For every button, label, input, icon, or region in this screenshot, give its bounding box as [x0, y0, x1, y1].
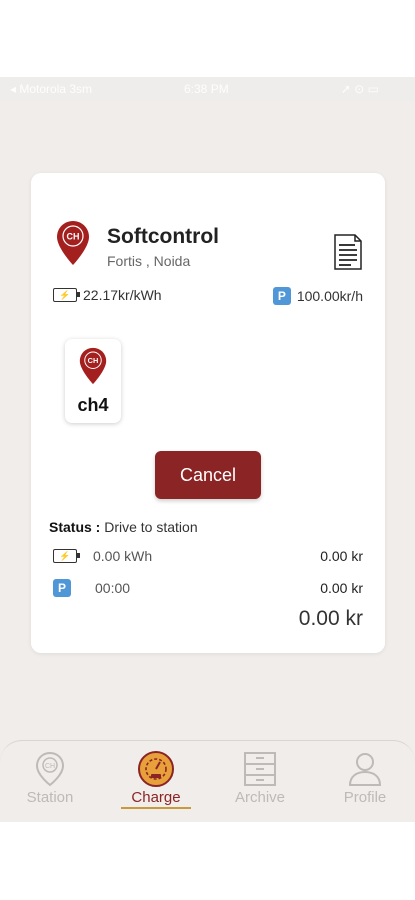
- energy-rate: ⚡ 22.17kr/kWh: [53, 287, 162, 303]
- parking-icon: P: [272, 287, 291, 305]
- energy-amount: 0.00 kr: [320, 548, 363, 564]
- status-bar: ◂ Motorola 3sm 6:38 PM ➚ ⊙ ▭: [0, 77, 415, 101]
- parking-amount: 0.00 kr: [320, 580, 363, 596]
- energy-rate-text: 22.17kr/kWh: [83, 287, 162, 303]
- profile-person-icon: [348, 753, 382, 786]
- station-pin-badge: CH: [67, 232, 80, 242]
- tab-archive[interactable]: Archive: [220, 751, 300, 806]
- document-icon[interactable]: [333, 233, 363, 271]
- carrier-text: ◂ Motorola 3sm: [10, 82, 93, 96]
- connector-label: ch4: [77, 395, 109, 415]
- tab-charge-label: Charge: [131, 789, 181, 806]
- archive-cabinet-icon: [244, 752, 276, 786]
- station-pin-icon: CH: [35, 751, 65, 787]
- energy-row: ⚡ 0.00 kWh 0.00 kr: [53, 547, 363, 565]
- svg-text:CH: CH: [45, 763, 55, 770]
- status-icons: ➚ ⊙ ▭: [340, 82, 379, 96]
- tab-charge[interactable]: Charge: [116, 751, 196, 809]
- charge-gauge-icon: [138, 751, 174, 787]
- parking-time: 00:00: [95, 580, 131, 596]
- bottom-tab-bar: CH Station Charge Archive Profile: [0, 740, 415, 822]
- connector-pin-icon: CH: [79, 347, 107, 385]
- tab-profile[interactable]: Profile: [325, 751, 405, 806]
- parking-icon: P: [53, 579, 71, 597]
- battery-icon: ⚡: [53, 288, 80, 302]
- tab-station[interactable]: CH Station: [10, 751, 90, 806]
- connector-card[interactable]: CH ch4: [65, 339, 121, 423]
- status-line: Status : Drive to station: [49, 519, 198, 535]
- charge-screen: CH Softcontrol Fortis , Noida ⚡ 22.17kr/…: [0, 101, 415, 821]
- energy-value: 0.00 kWh: [93, 548, 153, 564]
- connector-pin-badge: CH: [88, 356, 99, 365]
- parking-rate-text: 100.00kr/h: [296, 288, 363, 304]
- tab-profile-label: Profile: [343, 789, 387, 806]
- tab-station-label: Station: [26, 789, 74, 806]
- parking-row: P 00:00 0.00 kr: [53, 579, 363, 597]
- status-label: Status :: [49, 519, 101, 535]
- status-value: Drive to station: [100, 519, 198, 535]
- station-location: Fortis , Noida: [107, 253, 191, 269]
- clock-text: 6:38 PM: [184, 82, 229, 96]
- parking-rate: P 100.00kr/h: [272, 287, 363, 305]
- station-name: Softcontrol: [107, 225, 219, 248]
- station-pin-icon: CH: [57, 221, 89, 265]
- bottom-blank-area: [0, 822, 415, 900]
- total-amount: 0.00 kr: [298, 607, 363, 630]
- cancel-button[interactable]: Cancel: [155, 451, 261, 499]
- battery-icon: ⚡: [53, 549, 80, 563]
- charging-card: CH Softcontrol Fortis , Noida ⚡ 22.17kr/…: [31, 173, 385, 653]
- tab-archive-label: Archive: [234, 789, 286, 806]
- active-tab-indicator: [121, 807, 191, 809]
